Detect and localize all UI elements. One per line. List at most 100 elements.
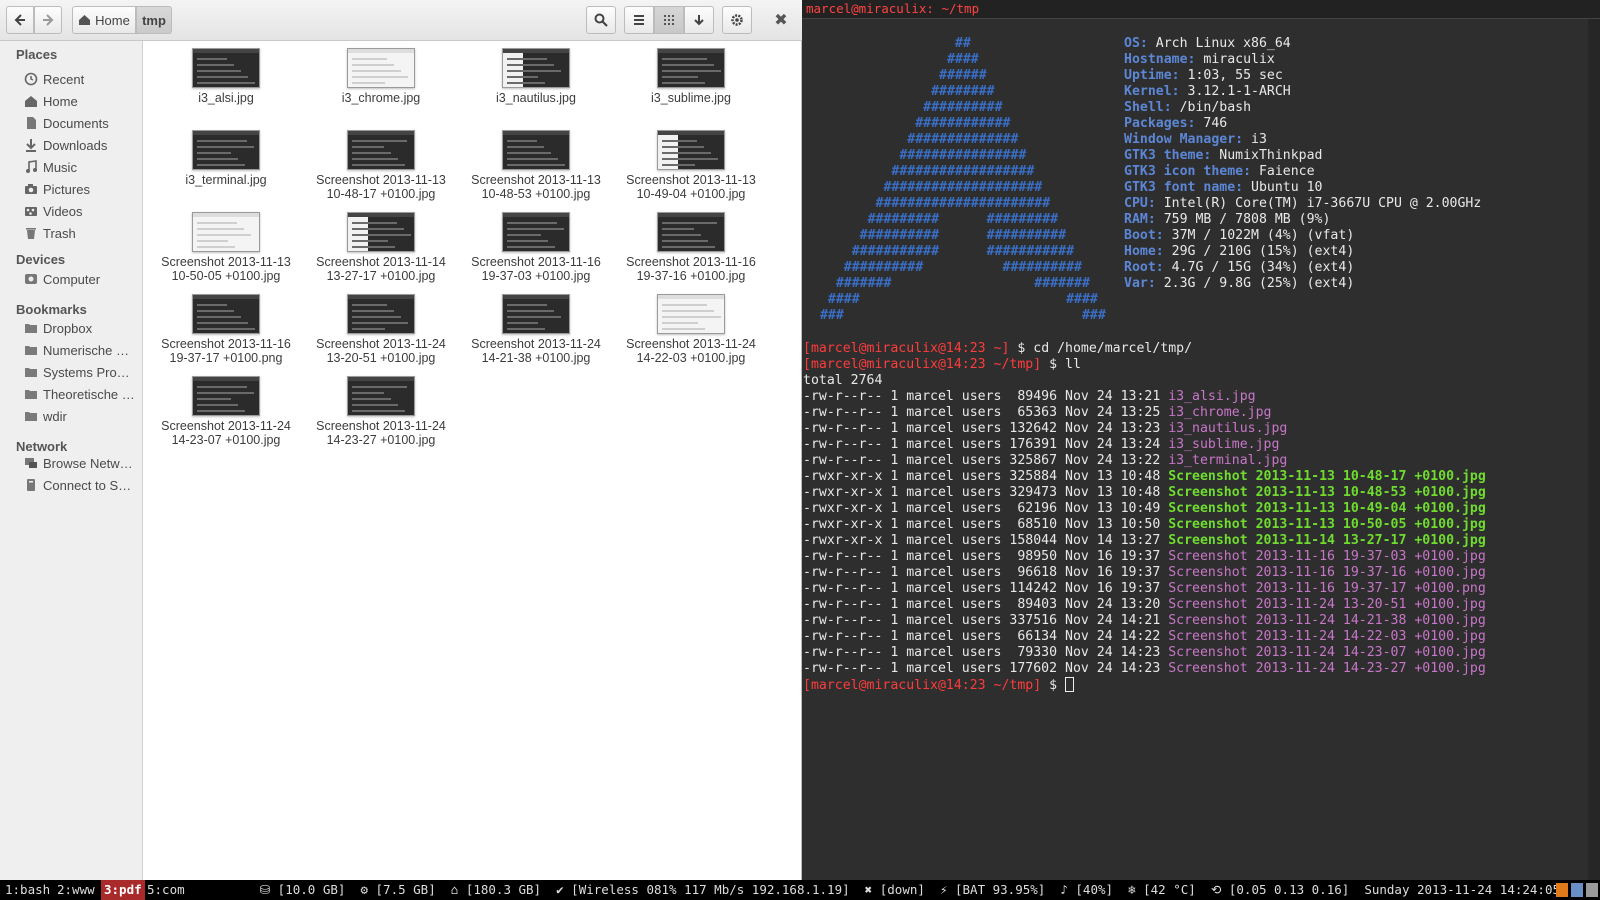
file-item[interactable]: Screenshot 2013-11-16 19-37-17 +0100.png [148,287,304,365]
search-icon [594,13,608,27]
sidebar-item-label: Dropbox [43,320,93,336]
command-line: [marcel@miraculix@14:23 ~] $ cd /home/ma… [803,341,1193,356]
ascii-art-line: ########## [812,100,1003,115]
file-item[interactable]: Screenshot 2013-11-13 10-48-17 +0100.jpg [303,123,459,201]
sidebar-item-dropbox[interactable]: Dropbox [24,318,140,338]
file-item[interactable]: Screenshot 2013-11-13 10-48-53 +0100.jpg [458,123,614,201]
search-button[interactable] [586,6,616,34]
file-item[interactable]: i3_terminal.jpg [148,123,304,187]
ascii-art-line: ## [812,36,971,51]
tray-network-icon[interactable] [1571,883,1583,897]
listing-filename: Screenshot 2013-11-14 13-27-17 +0100.jpg [1168,533,1486,548]
file-name: i3_terminal.jpg [185,173,267,187]
listing-row: -rw-r--r-- 1 marcel users 325867 Nov 24 … [803,453,1288,468]
listing-row: -rw-r--r-- 1 marcel users 337516 Nov 24 … [803,613,1486,628]
home-icon [24,94,38,108]
sidebar-item-documents[interactable]: Documents [24,113,140,133]
forward-button[interactable] [34,6,62,34]
system-info-row: RAM: 759 MB / 7808 MB (9%) [1124,212,1331,227]
terminal-window[interactable]: marcel@miraculix: ~/tmp ## #### ###### #… [802,0,1600,880]
ascii-art-line: ############## [812,132,1019,147]
file-thumbnail [657,48,725,88]
sidebar-item-computer[interactable]: Computer [24,269,140,289]
sidebar-item-numerische[interactable]: Numerische … [24,340,140,360]
ascii-art-line: #################### [812,180,1043,195]
file-item[interactable]: Screenshot 2013-11-24 14-23-07 +0100.jpg [148,369,304,447]
drive-icon [24,272,38,286]
active-prompt[interactable]: [marcel@miraculix@14:23 ~/tmp] $ [803,677,1486,694]
listing-row: -rw-r--r-- 1 marcel users 89496 Nov 24 1… [803,389,1256,404]
file-thumbnail [502,130,570,170]
close-icon[interactable]: ✖ [772,10,790,30]
listing-total: total 2764 [803,373,883,388]
file-item[interactable]: Screenshot 2013-11-16 19-37-16 +0100.jpg [613,205,769,283]
tray-app-icon[interactable] [1556,883,1568,897]
sidebar-item-videos[interactable]: Videos [24,201,140,221]
sidebar-item-music[interactable]: Music [24,157,140,177]
tray-volume-icon[interactable] [1586,883,1598,897]
file-item[interactable]: i3_nautilus.jpg [458,41,614,105]
sidebar-item-wdir[interactable]: wdir [24,406,140,426]
system-info-row: Home: 29G / 210G (15%) (ext4) [1124,244,1355,259]
grid-view-button[interactable] [654,6,684,34]
listing-filename: Screenshot 2013-11-13 10-48-17 +0100.jpg [1168,469,1486,484]
file-item[interactable]: Screenshot 2013-11-16 19-37-03 +0100.jpg [458,205,614,283]
file-item[interactable]: i3_sublime.jpg [613,41,769,105]
sidebar-item-recent[interactable]: Recent [24,69,140,89]
workspace-button[interactable]: 2:www [54,880,98,900]
sidebar-item-downloads[interactable]: Downloads [24,135,140,155]
sidebar-item-theoretische[interactable]: Theoretische … [24,384,140,404]
prompt: [marcel@miraculix@14:23 ~] [803,341,1010,356]
sidebar-item-label: Numerische … [43,342,129,358]
list-view-button[interactable] [624,6,654,34]
sidebar-item-label: Downloads [43,137,108,153]
sidebar-item-pictures[interactable]: Pictures [24,179,140,199]
file-item[interactable]: Screenshot 2013-11-24 13-20-51 +0100.jpg [303,287,459,365]
sidebar-item-label: Recent [43,71,85,87]
view-options-button[interactable] [684,6,714,34]
file-icon-view: i3_alsi.jpg i3_chrome.jpg i3_nautilus.jpg i… [144,41,800,880]
file-item[interactable]: Screenshot 2013-11-24 14-22-03 +0100.jpg [613,287,769,365]
terminal-scrollbar[interactable] [1588,19,1600,880]
listing-filename: Screenshot 2013-11-16 19-37-16 +0100.jpg [1168,565,1486,580]
listing-filename: i3_sublime.jpg [1168,437,1280,452]
sidebar-heading-bookmarks: Bookmarks [16,302,87,317]
sidebar-item-label: Documents [43,115,109,131]
listing-row: -rw-r--r-- 1 marcel users 89403 Nov 24 1… [803,597,1486,612]
listing-row: -rw-r--r-- 1 marcel users 79330 Nov 24 1… [803,645,1486,660]
listing-row: -rwxr-xr-x 1 marcel users 325884 Nov 13 … [803,469,1486,484]
file-item[interactable]: i3_alsi.jpg [148,41,304,105]
file-item[interactable]: Screenshot 2013-11-24 14-23-27 +0100.jpg [303,369,459,447]
sidebar-item-systems-pro[interactable]: Systems Pro… [24,362,140,382]
back-button[interactable] [6,6,34,34]
sidebar-item-connect-to-s[interactable]: Connect to S… [24,475,140,495]
file-thumbnail [657,294,725,334]
ascii-art-line: ############ [812,116,1011,131]
i3-status-bar: 1:bash 2:www 3:pdf 5:com ⛁ [10.0 GB] ⚙ [7.5… [0,880,1600,900]
file-item[interactable]: Screenshot 2013-11-13 10-49-04 +0100.jpg [613,123,769,201]
breadcrumb-current[interactable]: tmp [136,6,172,34]
listing-filename: Screenshot 2013-11-24 14-23-07 +0100.jpg [1168,645,1486,660]
prompt: [marcel@miraculix@14:23 ~/tmp] [803,678,1042,693]
arrow-right-icon [43,14,54,26]
file-name: Screenshot 2013-11-13 10-49-04 +0100.jpg [626,173,756,201]
listing-row: -rw-r--r-- 1 marcel users 98950 Nov 16 1… [803,549,1486,564]
listing-row: -rwxr-xr-x 1 marcel users 68510 Nov 13 1… [803,517,1486,532]
file-item[interactable]: Screenshot 2013-11-14 13-27-17 +0100.jpg [303,205,459,283]
breadcrumb-home[interactable]: Home [72,6,136,34]
workspace-button[interactable]: 1:bash [2,880,53,900]
workspace-button[interactable]: 3:pdf [101,880,145,900]
sidebar-item-trash[interactable]: Trash [24,223,140,243]
file-name: Screenshot 2013-11-13 10-48-17 +0100.jpg [316,173,446,201]
settings-button[interactable] [722,6,752,34]
file-item[interactable]: Screenshot 2013-11-13 10-50-05 +0100.jpg [148,205,304,283]
file-item[interactable]: Screenshot 2013-11-24 14-21-38 +0100.jpg [458,287,614,365]
file-item[interactable]: i3_chrome.jpg [303,41,459,105]
sidebar-item-home[interactable]: Home [24,91,140,111]
workspace-button[interactable]: 5:com [144,880,188,900]
ascii-art-line: ######## [812,84,995,99]
video-icon [24,204,38,218]
system-info-row: Shell: /bin/bash [1124,100,1252,115]
sidebar-item-browse-netw[interactable]: Browse Netw… [24,453,140,473]
listing-filename: i3_chrome.jpg [1168,405,1272,420]
